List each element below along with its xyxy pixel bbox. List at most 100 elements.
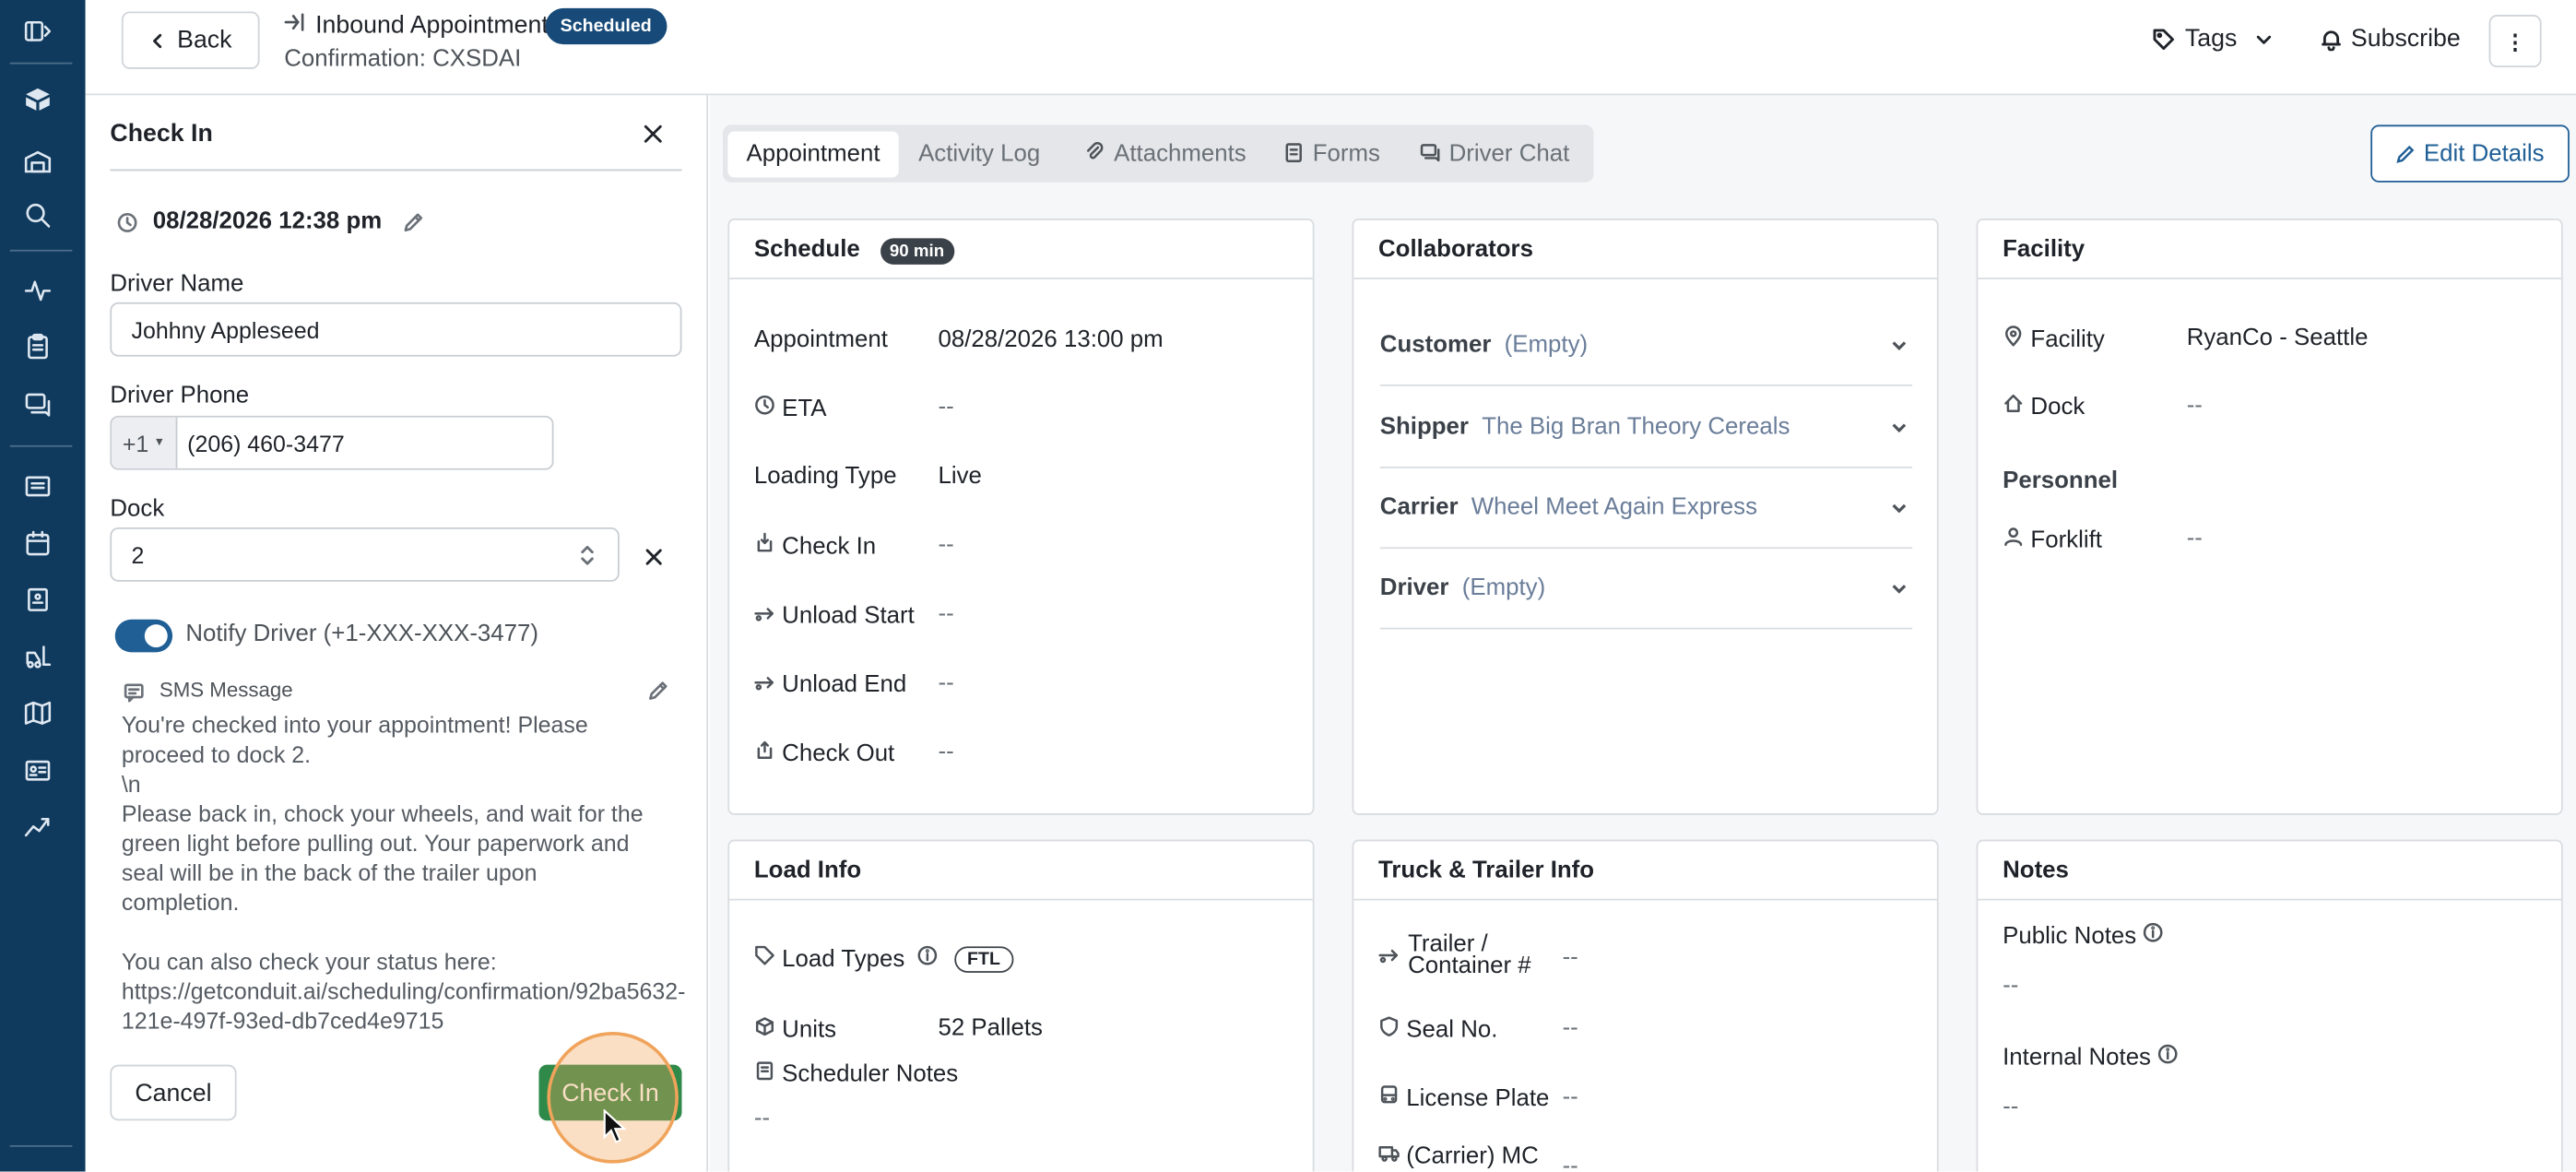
chevron-down-icon: [1889, 578, 1908, 605]
page-title: Inbound Appointment: [315, 11, 549, 40]
check-out-label: Check Out: [754, 740, 894, 767]
dock-label: Dock: [2003, 393, 2085, 420]
logo-icon[interactable]: [19, 82, 55, 118]
schedule-card-header: Schedule 90 min: [729, 220, 1313, 279]
tab-appointment[interactable]: Appointment: [727, 131, 899, 178]
load-types-label: Load Types FTL: [754, 945, 1014, 973]
dock-value: --: [2186, 392, 2203, 420]
check-in-icon: [754, 532, 775, 560]
calendar-icon[interactable]: [19, 526, 55, 562]
check-in-datetime: 08/28/2026 12:38 pm: [152, 208, 383, 235]
search-icon[interactable]: [19, 197, 55, 233]
confirmation-number: Confirmation: CXSDAI: [284, 45, 522, 73]
drawer-divider: [110, 169, 682, 172]
analytics-icon[interactable]: [19, 809, 55, 845]
info-icon[interactable]: [916, 945, 938, 973]
receipt-icon[interactable]: [19, 468, 55, 504]
scheduler-notes-label: Scheduler Notes: [754, 1060, 958, 1087]
customer-row[interactable]: Customer (Empty): [1379, 304, 1913, 386]
tag-icon: [754, 945, 775, 973]
bus-icon: [1378, 1084, 1400, 1112]
tags-dropdown[interactable]: Tags: [2152, 25, 2273, 53]
close-icon[interactable]: [643, 124, 664, 153]
sms-message-label: SMS Message: [159, 678, 293, 702]
unload-end-label: Unload End: [754, 670, 906, 698]
forklift-icon[interactable]: [19, 639, 55, 675]
chevron-down-icon: [2253, 29, 2273, 48]
status-badge: Scheduled: [545, 7, 667, 45]
tab-attachments[interactable]: Attachments: [1084, 132, 1247, 178]
tab-activity-log[interactable]: Activity Log: [918, 132, 1040, 178]
home-icon: [2003, 393, 2024, 420]
forklift-label: Forklift: [2003, 526, 2102, 553]
paperclip-icon: [1084, 140, 1105, 168]
pencil-icon[interactable]: [403, 212, 424, 242]
tab-driver-chat[interactable]: Driver Chat: [1420, 132, 1569, 178]
driver-row[interactable]: Driver (Empty): [1379, 547, 1913, 630]
map-pin-icon: [2003, 326, 2024, 353]
edit-details-button[interactable]: Edit Details: [2370, 124, 2570, 183]
sidebar-toggle-icon[interactable]: [19, 13, 55, 49]
phone-number-input[interactable]: (206) 460-3477: [177, 430, 345, 456]
personnel-heading: Personnel: [2003, 468, 2119, 495]
warehouse-icon[interactable]: [19, 145, 55, 181]
map-icon[interactable]: [19, 695, 55, 731]
ftl-badge: FTL: [953, 945, 1014, 972]
trailer-icon: [1378, 943, 1400, 973]
mc-label: (Carrier) MC: [1378, 1142, 1539, 1169]
load-info-card: Load Info Load Types FTL Units 52 Pallets…: [727, 839, 1315, 1172]
shipper-row[interactable]: Shipper The Big Bran Theory Cereals: [1379, 386, 1913, 468]
notify-driver-toggle[interactable]: [114, 619, 173, 653]
notify-driver-label: Notify Driver (+1-XXX-XXX-3477): [185, 621, 539, 648]
load-info-card-header: Load Info: [729, 841, 1313, 901]
chat-icon[interactable]: [19, 386, 55, 422]
facility-value: RyanCo - Seattle: [2186, 325, 2369, 352]
cancel-button[interactable]: Cancel: [110, 1064, 237, 1121]
activity-icon[interactable]: [19, 273, 55, 309]
driver-name-label: Driver Name: [110, 271, 244, 298]
country-code-select[interactable]: +1 ▼: [112, 417, 178, 468]
clock-icon: [117, 212, 138, 242]
seal-value: --: [1562, 1015, 1578, 1042]
shield-icon: [1378, 1015, 1400, 1043]
clear-dock-icon[interactable]: [644, 546, 664, 575]
truck-unload-icon: [754, 601, 775, 629]
public-notes-label: Public Notes: [2003, 922, 2164, 950]
driver-phone-field[interactable]: +1 ▼ (206) 460-3477: [110, 415, 554, 470]
edit-sms-icon[interactable]: [647, 681, 668, 710]
unload-start-value: --: [938, 601, 954, 628]
license-plate-label: License Plate: [1378, 1084, 1549, 1112]
truck-unload-icon: [754, 670, 775, 698]
more-menu-button[interactable]: ⋮: [2488, 15, 2542, 68]
loading-type-value: Live: [938, 463, 982, 491]
schedule-card: Schedule 90 min Appointment 08/28/2026 1…: [727, 218, 1315, 815]
seal-label: Seal No.: [1378, 1015, 1497, 1043]
duration-badge: 90 min: [880, 238, 954, 265]
back-button[interactable]: Back: [121, 11, 260, 69]
tab-forms[interactable]: Forms: [1283, 132, 1380, 178]
facility-card-header: Facility: [1978, 220, 2561, 279]
eta-label: ETA: [754, 395, 827, 422]
rail-divider: [9, 444, 73, 447]
clipboard-icon[interactable]: [19, 328, 55, 364]
info-icon[interactable]: [2143, 922, 2164, 950]
subscribe-button[interactable]: Subscribe: [2320, 25, 2461, 53]
id-card-icon[interactable]: [19, 752, 55, 788]
building-icon[interactable]: [19, 582, 55, 618]
rail-divider: [9, 62, 73, 65]
truck-icon: [1378, 1142, 1400, 1169]
info-icon[interactable]: [2157, 1044, 2179, 1071]
check-in-value: --: [938, 532, 954, 559]
facility-label: Facility: [2003, 326, 2105, 353]
check-out-icon: [754, 740, 775, 767]
appointment-label: Appointment: [753, 326, 888, 354]
driver-name-input[interactable]: Johhny Appleseed: [110, 302, 682, 357]
main-content: Appointment Activity Log Attachments For…: [709, 95, 2576, 1172]
mouse-cursor-icon: [603, 1108, 627, 1143]
page-header: Back Inbound Appointment Scheduled Confi…: [85, 0, 2576, 96]
chevron-left-icon: [149, 32, 166, 49]
dock-select[interactable]: 2: [110, 527, 620, 582]
trailer-value: --: [1562, 944, 1578, 972]
carrier-row[interactable]: Carrier Wheel Meet Again Express: [1379, 467, 1913, 550]
drawer-title: Check In: [110, 120, 213, 148]
